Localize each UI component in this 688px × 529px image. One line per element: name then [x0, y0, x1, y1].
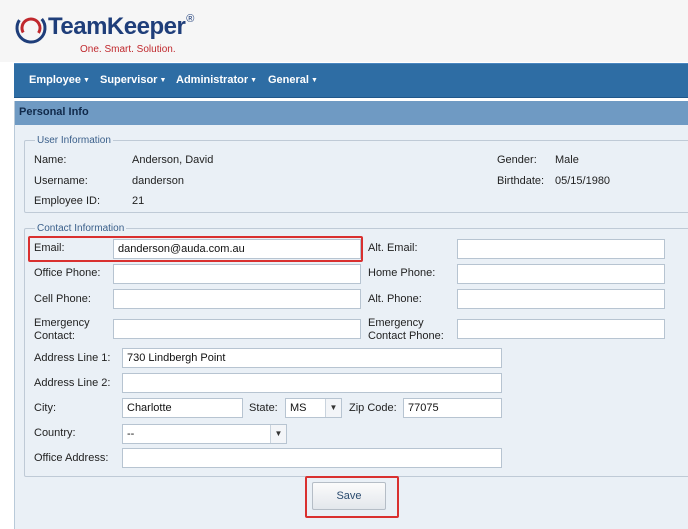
contact-information-legend: Contact Information [37, 223, 125, 234]
teamkeeper-logo-icon [15, 12, 47, 44]
state-select[interactable]: MS ▼ [285, 398, 342, 418]
caret-down-icon: ▼ [310, 77, 318, 84]
office-address-field[interactable] [122, 448, 502, 468]
office-phone-label: Office Phone: [34, 267, 101, 279]
email-label: Email: [34, 242, 65, 254]
nav-administrator[interactable]: Administrator ▼ [176, 74, 257, 86]
caret-down-icon: ▼ [250, 77, 258, 84]
name-label: Name: [34, 154, 67, 166]
address2-field[interactable] [122, 373, 502, 393]
username-label: Username: [34, 175, 88, 187]
emergency-phone-label-line2: Contact Phone: [368, 330, 444, 342]
city-label: City: [34, 402, 56, 414]
state-label: State: [249, 402, 278, 414]
app-header: TeamKeeper® One. Smart. Solution. [0, 0, 688, 62]
brand-name: TeamKeeper® [48, 13, 194, 40]
user-information-section: User Information [24, 135, 688, 213]
nav-supervisor[interactable]: Supervisor ▼ [100, 74, 166, 86]
caret-down-icon: ▼ [82, 77, 90, 84]
country-select[interactable]: -- ▼ [122, 424, 287, 444]
gender-label: Gender: [497, 154, 537, 166]
birthdate-value: 05/15/1980 [555, 175, 611, 187]
cell-phone-label: Cell Phone: [34, 293, 91, 305]
alt-email-label: Alt. Email: [368, 242, 418, 254]
username-value: danderson [132, 175, 184, 187]
zip-code-label: Zip Code: [349, 402, 397, 414]
zip-code-field[interactable]: 77075 [403, 398, 502, 418]
country-select-value: -- [127, 428, 135, 440]
address2-label: Address Line 2: [34, 377, 111, 389]
city-field[interactable]: Charlotte [122, 398, 243, 418]
emergency-phone-label-line1: Emergency [368, 317, 424, 329]
panel-header: Personal Info [15, 101, 688, 125]
email-field[interactable]: danderson@auda.com.au [113, 239, 361, 259]
alt-phone-label: Alt. Phone: [368, 293, 422, 305]
country-label: Country: [34, 427, 76, 439]
user-information-legend: User Information [37, 135, 111, 146]
employee-id-value: 21 [132, 195, 145, 207]
cell-phone-field[interactable] [113, 289, 361, 309]
alt-email-field[interactable] [457, 239, 665, 259]
chevron-down-icon: ▼ [270, 425, 286, 443]
personal-info-panel: Personal Info User Information Name: And… [14, 101, 688, 529]
nav-general[interactable]: General ▼ [268, 74, 318, 86]
state-select-value: MS [290, 402, 307, 414]
name-value: Anderson, David [132, 154, 214, 166]
nav-employee[interactable]: Employee ▼ [29, 74, 90, 86]
emergency-contact-label-line1: Emergency [34, 317, 90, 329]
caret-down-icon: ▼ [159, 77, 167, 84]
emergency-phone-field[interactable] [457, 319, 665, 339]
address1-label: Address Line 1: [34, 352, 111, 364]
office-phone-field[interactable] [113, 264, 361, 284]
office-address-label: Office Address: [34, 452, 109, 464]
alt-phone-field[interactable] [457, 289, 665, 309]
gender-value: Male [555, 154, 579, 166]
employee-id-label: Employee ID: [34, 195, 101, 207]
save-button[interactable]: Save [312, 482, 386, 510]
panel-title: Personal Info [19, 106, 89, 118]
brand-tagline: One. Smart. Solution. [80, 44, 176, 55]
emergency-contact-field[interactable] [113, 319, 361, 339]
chevron-down-icon: ▼ [325, 399, 341, 417]
emergency-contact-label-line2: Contact: [34, 330, 75, 342]
birthdate-label: Birthdate: [497, 175, 545, 187]
home-phone-label: Home Phone: [368, 267, 436, 279]
home-phone-field[interactable] [457, 264, 665, 284]
address1-field[interactable]: 730 Lindbergh Point [122, 348, 502, 368]
main-nav: Employee ▼ Supervisor ▼ Administrator ▼ Gen… [14, 63, 688, 98]
